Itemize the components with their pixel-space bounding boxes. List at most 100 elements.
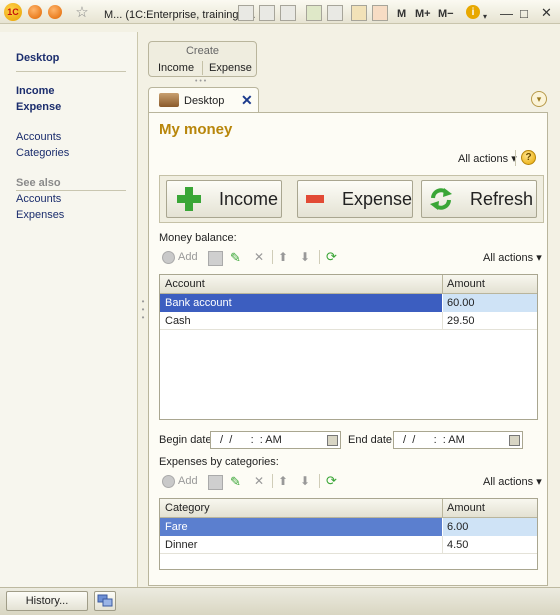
calculator-icon[interactable] (351, 5, 367, 21)
table-row[interactable]: Fare 6.00 (160, 518, 537, 536)
cell-amount[interactable]: 6.00 (447, 521, 468, 533)
table-row[interactable]: Bank account 60.00 (160, 294, 537, 312)
expense-button[interactable]: Expense (297, 180, 413, 218)
form-all-actions-menu[interactable]: All actions ▾ (458, 152, 517, 165)
print-icon[interactable] (259, 5, 275, 21)
expenses-add-button[interactable]: Add (178, 475, 198, 487)
copy-icon[interactable] (208, 475, 223, 490)
see-also-expenses-link[interactable]: Expenses (16, 209, 64, 221)
move-up-icon[interactable]: ⬆ (278, 474, 291, 488)
sidebar-item-categories[interactable]: Categories (16, 147, 69, 159)
panel-splitter-handle[interactable]: • • • (140, 298, 146, 328)
cell-category[interactable]: Dinner (165, 539, 197, 551)
add-icon (162, 251, 175, 264)
memory-minus-button[interactable]: M− (438, 5, 454, 23)
cell-account[interactable]: Bank account (165, 297, 232, 309)
create-panel-title: Create (185, 45, 220, 57)
end-date-field[interactable]: / / : : AM (393, 431, 523, 449)
minus-icon (306, 195, 324, 203)
cell-category[interactable]: Fare (165, 521, 188, 533)
see-also-accounts-link[interactable]: Accounts (16, 193, 61, 205)
link-icon[interactable] (327, 5, 343, 21)
begin-date-value: / / : : AM (217, 434, 282, 446)
toolbar-divider (272, 474, 273, 488)
sidebar-item-income[interactable]: Income (16, 85, 55, 97)
move-up-icon[interactable]: ⬆ (278, 250, 291, 264)
favorites-star-icon[interactable]: ☆ (74, 3, 90, 21)
balance-add-button[interactable]: Add (178, 251, 198, 263)
edit-pencil-icon[interactable]: ✎ (230, 474, 243, 489)
copy-icon[interactable] (208, 251, 223, 266)
tab-close-icon[interactable]: ✕ (241, 92, 253, 109)
create-income-button[interactable]: Income (158, 62, 194, 74)
close-button[interactable]: ✕ (541, 4, 552, 22)
add-to-favorites-icon[interactable] (306, 5, 322, 21)
expenses-all-actions-menu[interactable]: All actions ▾ (483, 475, 542, 488)
end-date-label: End date: (348, 434, 396, 446)
calendar-icon[interactable] (372, 5, 388, 21)
money-balance-table[interactable]: Account Amount Bank account 60.00 Cash 2… (159, 274, 538, 420)
cell-amount[interactable]: 29.50 (447, 315, 475, 327)
memory-m-button[interactable]: M (397, 5, 406, 23)
create-expense-button[interactable]: Expense (209, 62, 252, 74)
toolbar-divider (319, 474, 320, 488)
refresh-icon (430, 188, 452, 210)
collapse-chevron-icon[interactable]: ▾ (531, 91, 547, 107)
column-header-amount[interactable]: Amount (447, 502, 485, 514)
delete-icon[interactable]: ✕ (254, 474, 267, 488)
column-separator (442, 536, 443, 554)
cell-amount[interactable]: 4.50 (447, 539, 468, 551)
page-title: My money (159, 121, 233, 138)
sidebar-item-desktop[interactable]: Desktop (16, 52, 59, 64)
table-row[interactable]: Cash 29.50 (160, 312, 537, 330)
selected-cell-highlight (160, 518, 442, 536)
refresh-list-icon[interactable]: ⟳ (326, 473, 339, 488)
cell-amount[interactable]: 60.00 (447, 297, 475, 309)
balance-all-actions-menu[interactable]: All actions ▾ (483, 251, 542, 264)
main-menu-icon[interactable] (28, 5, 42, 19)
column-header-category[interactable]: Category (165, 502, 210, 514)
sidebar-divider (16, 190, 126, 191)
column-separator (442, 275, 443, 293)
end-date-value: / / : : AM (400, 434, 465, 446)
info-dropdown-icon[interactable]: ▾ (483, 7, 487, 25)
help-icon[interactable]: ? (521, 150, 536, 165)
calendar-picker-icon[interactable] (509, 435, 520, 446)
edit-pencil-icon[interactable]: ✎ (230, 250, 243, 265)
info-icon[interactable]: i (466, 5, 480, 19)
app-logo-icon[interactable]: 1C (4, 3, 22, 21)
refresh-list-icon[interactable]: ⟳ (326, 249, 339, 264)
save-icon[interactable] (238, 5, 254, 21)
sidebar-item-expense[interactable]: Expense (16, 101, 61, 113)
home-icon[interactable] (48, 5, 62, 19)
table-header: Category Amount (160, 499, 537, 518)
expenses-by-categories-table[interactable]: Category Amount Fare 6.00 Dinner 4.50 (159, 498, 538, 570)
toolbar-divider (272, 250, 273, 264)
column-header-amount[interactable]: Amount (447, 278, 485, 290)
income-button-label: Income (219, 188, 279, 209)
sidebar-item-accounts[interactable]: Accounts (16, 131, 61, 143)
print-preview-icon[interactable] (280, 5, 296, 21)
begin-date-label: Begin date: (159, 434, 215, 446)
cell-account[interactable]: Cash (165, 315, 191, 327)
create-panel-grip[interactable]: • • • (195, 78, 206, 85)
windows-list-button[interactable] (94, 591, 116, 611)
minimize-button[interactable]: — (500, 4, 513, 22)
toolbar-divider (515, 150, 516, 166)
create-panel: Create Income Expense (148, 41, 257, 77)
refresh-button[interactable]: Refresh (421, 180, 537, 218)
begin-date-field[interactable]: / / : : AM (210, 431, 341, 449)
row-divider (160, 553, 537, 554)
history-button[interactable]: History... (6, 591, 88, 611)
move-down-icon[interactable]: ⬇ (300, 250, 313, 264)
column-header-account[interactable]: Account (165, 278, 205, 290)
desktop-icon (159, 93, 179, 107)
delete-icon[interactable]: ✕ (254, 250, 267, 264)
income-button[interactable]: Income (166, 180, 282, 218)
table-row[interactable]: Dinner 4.50 (160, 536, 537, 554)
memory-plus-button[interactable]: M+ (415, 5, 431, 23)
tab-desktop[interactable]: Desktop ✕ (148, 87, 259, 113)
move-down-icon[interactable]: ⬇ (300, 474, 313, 488)
calendar-picker-icon[interactable] (327, 435, 338, 446)
maximize-button[interactable]: □ (520, 4, 528, 22)
